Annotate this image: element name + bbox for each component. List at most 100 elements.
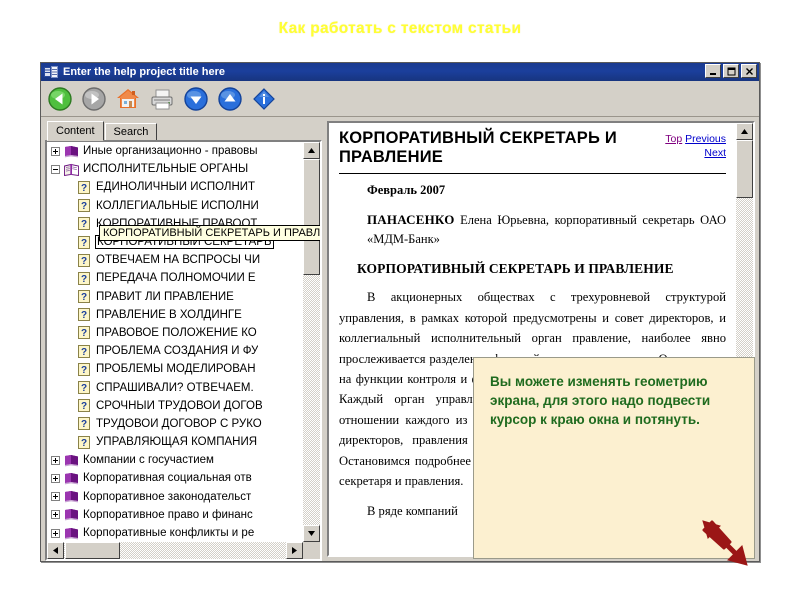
tree-item-label: ПЕРЕДАЧА ПОЛНОМОЧИЙ Е [96, 272, 256, 285]
callout-text: Вы можете изменять геометрию экрана, для… [490, 374, 711, 428]
back-button[interactable] [47, 86, 73, 112]
tree-item-label: ПРАВЛЕНИЕ В ХОЛДИНГЕ [96, 308, 242, 321]
double-headed-resize-arrow-icon [700, 518, 760, 574]
tree-scroll-right-button[interactable] [286, 542, 303, 559]
home-button[interactable] [115, 86, 141, 112]
tree-item-label: КОЛЛЕГИАЛЬНЫЕ ИСПОЛНИ [96, 199, 259, 212]
close-button[interactable] [741, 64, 757, 78]
help-page-icon: ? [77, 217, 92, 231]
scrollbar-corner [303, 542, 320, 559]
maximize-button[interactable] [723, 64, 739, 78]
svg-text:?: ? [81, 183, 87, 194]
link-previous[interactable]: Previous [685, 133, 726, 145]
tree-item[interactable]: Корпоративная социальная отв [47, 469, 303, 487]
options-button[interactable] [251, 86, 277, 112]
tree-item-label: ИСПОЛНИТЕЛЬНЫЕ ОРГАНЫ [83, 163, 249, 176]
tree-vertical-scrollbar[interactable] [303, 142, 320, 542]
tree-item[interactable]: ? ПЕРЕДАЧА ПОЛНОМОЧИЙ Е [47, 269, 303, 287]
document-title: КОРПОРАТИВНЫЙ СЕКРЕТАРЬ И ПРАВЛЕНИЕ [339, 129, 617, 167]
tree-item[interactable]: ? ПРОБЛЕМА СОЗДАНИЯ И ФУ [47, 342, 303, 360]
tree-item[interactable]: ? ТРУДОВОЙ ДОГОВОР С РУКО [47, 415, 303, 433]
open-book-icon [64, 163, 79, 176]
expand-plus-icon[interactable] [51, 510, 60, 520]
closed-book-icon [64, 508, 79, 521]
help-page-icon: ? [77, 271, 92, 285]
closed-book-icon [64, 145, 79, 158]
tree-item-label: ТРУДОВОЙ ДОГОВОР С РУКО [96, 417, 262, 430]
tree-scroll-left-button[interactable] [47, 542, 64, 559]
tree-v-thumb[interactable] [303, 159, 320, 275]
svg-text:?: ? [81, 383, 87, 394]
window-title-text: Enter the help project title here [63, 66, 225, 78]
tab-search[interactable]: Search [104, 123, 158, 141]
svg-text:?: ? [81, 365, 87, 376]
tree-item-label: СРОЧНЫЙ ТРУДОВОЙ ДОГОВ [96, 399, 263, 412]
help-page-icon: ? [77, 344, 92, 358]
tree-item[interactable]: ? ПРАВЛЕНИЕ В ХОЛДИНГЕ [47, 306, 303, 324]
link-top[interactable]: Top [665, 133, 682, 145]
help-book-icon [44, 65, 59, 79]
help-page-icon: ? [77, 435, 92, 449]
tree-item[interactable]: ИСПОЛНИТЕЛЬНЫЕ ОРГАНЫ [47, 160, 303, 178]
tree-horizontal-scrollbar[interactable] [47, 542, 303, 559]
window-controls [705, 64, 757, 78]
forward-button[interactable] [81, 86, 107, 112]
tree-item[interactable]: Корпоративные конфликты и ре [47, 524, 303, 542]
document-heading: КОРПОРАТИВНЫЙ СЕКРЕТАРЬ И ПРАВЛЕНИЕ [357, 261, 674, 277]
tree-item[interactable]: ? ПРАВОВОЕ ПОЛОЖЕНИЕ КО [47, 324, 303, 342]
svg-text:?: ? [81, 328, 87, 339]
tree-item[interactable]: ? СРОЧНЫЙ ТРУДОВОЙ ДОГОВ [47, 397, 303, 415]
tree-item-label: Корпоративное право и финанс [83, 508, 253, 521]
tree-item[interactable]: Корпоративное законодательст [47, 488, 303, 506]
help-page-icon: ? [77, 199, 92, 213]
collapse-minus-icon[interactable] [51, 164, 60, 174]
nav-tabs: Content Search [45, 121, 322, 141]
expand-plus-icon[interactable] [51, 492, 60, 502]
tree-item-label: ПРАВИТ ЛИ ПРАВЛЕНИЕ [96, 290, 234, 303]
doc-v-thumb[interactable] [736, 140, 753, 198]
prev-topic-button[interactable] [217, 86, 243, 112]
tree-item-label: ПРАВОВОЕ ПОЛОЖЕНИЕ КО [96, 326, 257, 339]
tree-item[interactable]: ? ОТВЕЧАЕМ НА ВСПРОСЫ ЧИ [47, 251, 303, 269]
tree-item[interactable]: ? КОЛЛЕГИАЛЬНЫЕ ИСПОЛНИ [47, 197, 303, 215]
tree-item-label: УПРАВЛЯЮЩАЯ КОМПАНИЯ [96, 436, 258, 449]
expand-plus-icon[interactable] [51, 473, 60, 483]
tree-item[interactable]: ? УПРАВЛЯЮЩАЯ КОМПАНИЯ [47, 433, 303, 451]
page-title: Как работать с текстом статьи [278, 20, 522, 37]
expand-plus-icon[interactable] [51, 455, 60, 465]
help-toolbar [41, 81, 759, 117]
closed-book-icon [64, 527, 79, 540]
minimize-button[interactable] [705, 64, 721, 78]
document-nav-links: Top Previous Next [630, 129, 726, 160]
help-page-icon: ? [77, 417, 92, 431]
next-topic-button[interactable] [183, 86, 209, 112]
print-button[interactable] [149, 86, 175, 112]
closed-book-icon [64, 490, 79, 503]
tree-item[interactable]: Иные организационно - правовы [47, 142, 303, 160]
tree-h-thumb[interactable] [65, 542, 120, 559]
tree-item[interactable]: ? СПРАШИВАЛИ? ОТВЕЧАЕМ. [47, 378, 303, 396]
document-header: КОРПОРАТИВНЫЙ СЕКРЕТАРЬ И ПРАВЛЕНИЕ Top … [339, 129, 726, 168]
help-page-icon: ? [77, 290, 92, 304]
svg-text:?: ? [81, 238, 87, 249]
tab-content[interactable]: Content [47, 121, 104, 141]
svg-text:?: ? [81, 256, 87, 267]
tree-item[interactable]: ? ЕДИНОЛИЧНЫЙ ИСПОЛНИТ [47, 178, 303, 196]
tree-item[interactable]: ? ПРАВИТ ЛИ ПРАВЛЕНИЕ [47, 288, 303, 306]
link-next[interactable]: Next [704, 147, 726, 159]
tree-item[interactable]: Компании с госучастием [47, 451, 303, 469]
tree-scroll-down-button[interactable] [303, 525, 320, 542]
doc-scroll-up-button[interactable] [736, 123, 753, 140]
tree-item[interactable]: ? ПРОБЛЕМЫ МОДЕЛИРОВАН [47, 360, 303, 378]
content-tree[interactable]: Иные организационно - правовы ИСПОЛНИТЕЛЬ… [45, 140, 322, 561]
tree-item[interactable]: Корпоративное право и финанс [47, 506, 303, 524]
svg-text:?: ? [81, 419, 87, 430]
tree-scroll-up-button[interactable] [303, 142, 320, 159]
help-page-icon: ? [77, 253, 92, 267]
navigation-pane: Content Search Иные организационно - пра… [41, 117, 325, 561]
window-titlebar[interactable]: Enter the help project title here [41, 63, 759, 81]
svg-text:?: ? [81, 401, 87, 412]
expand-plus-icon[interactable] [51, 146, 60, 156]
tree-item-label: ПРОБЛЕМА СОЗДАНИЯ И ФУ [96, 345, 259, 358]
expand-plus-icon[interactable] [51, 528, 60, 538]
